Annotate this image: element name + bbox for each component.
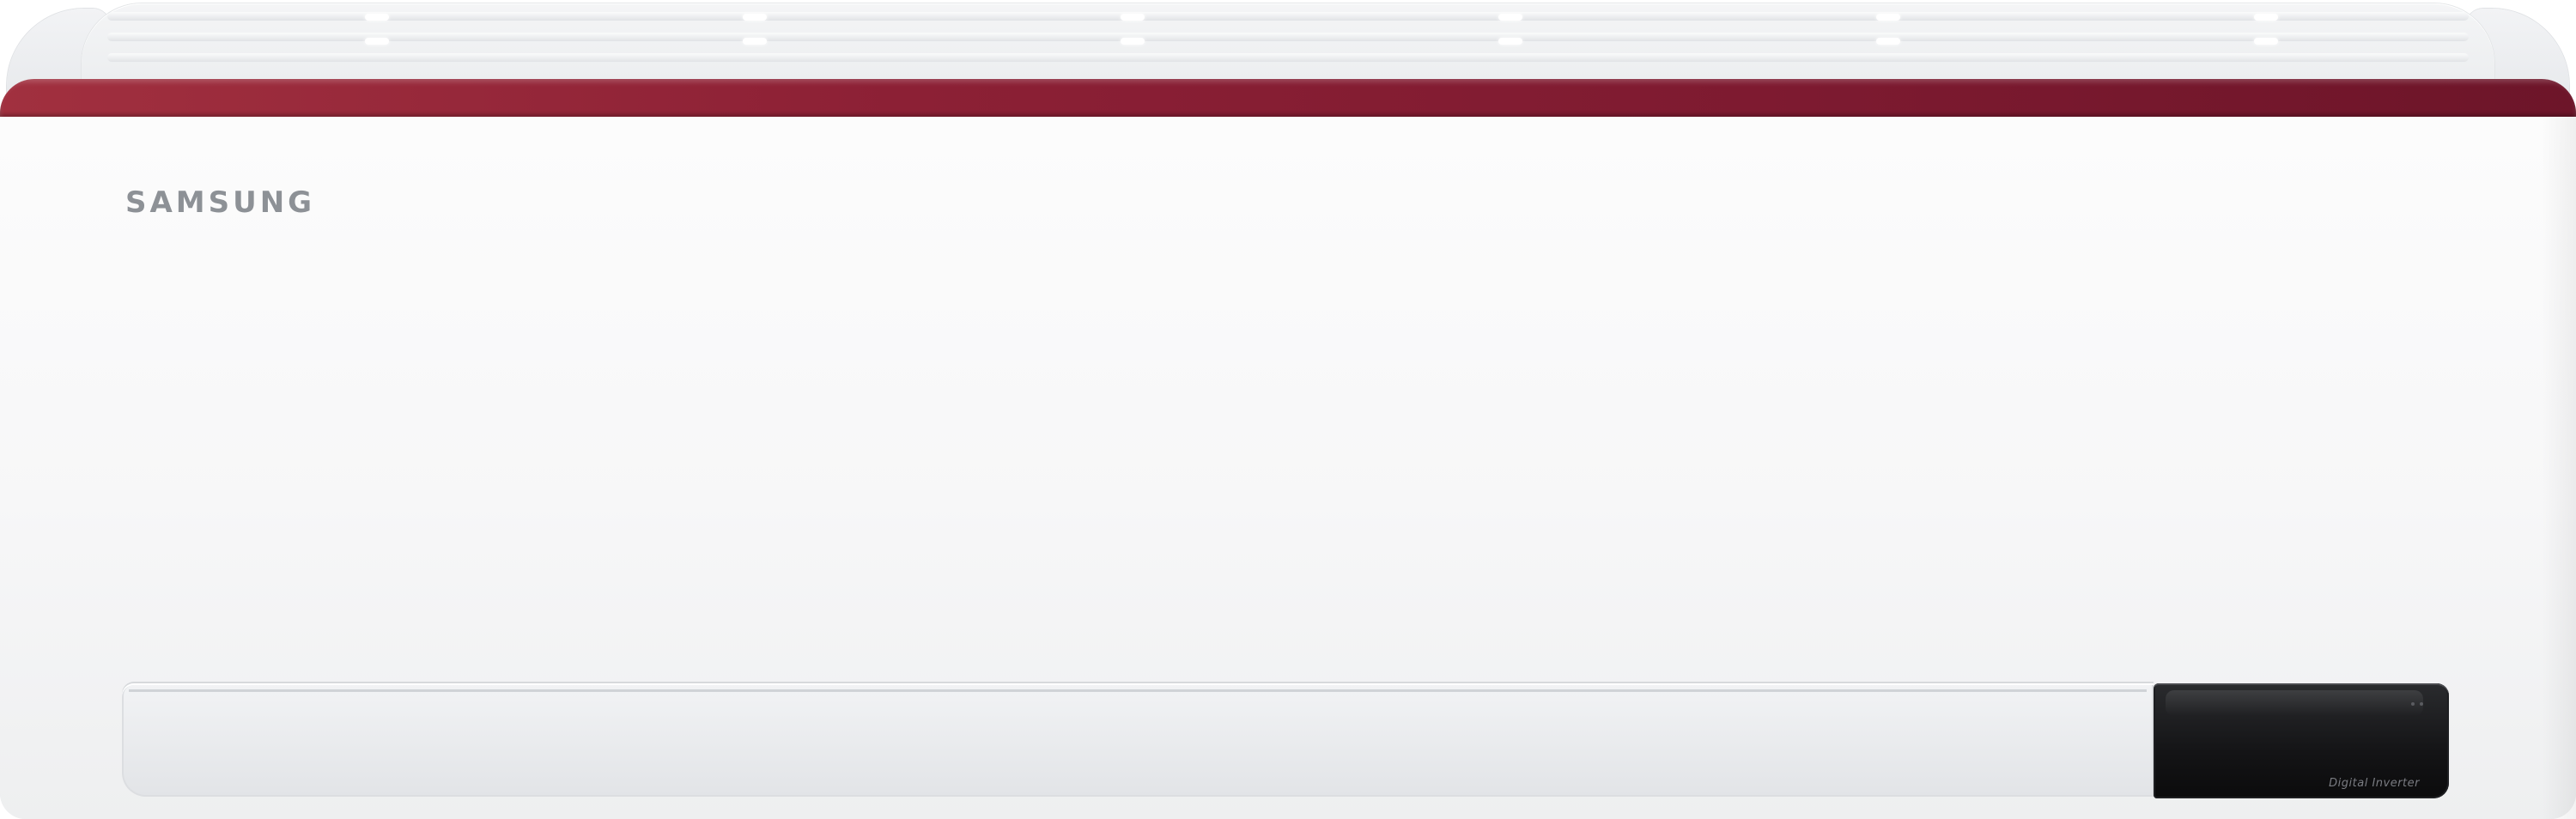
grille-slat bbox=[107, 53, 2469, 62]
inverter-label: Digital Inverter bbox=[2329, 777, 2420, 790]
grille-highlight bbox=[365, 38, 389, 45]
grille-slat bbox=[107, 33, 2469, 41]
grille-highlight bbox=[1121, 38, 1145, 45]
grille-highlight bbox=[1876, 14, 1900, 21]
grille-highlight bbox=[2254, 14, 2278, 21]
display-panel: Digital Inverter bbox=[2154, 683, 2449, 798]
grille-highlight bbox=[1498, 14, 1522, 21]
air-conditioner-scene: SAMSUNG Digital Inverter bbox=[0, 0, 2576, 819]
grille-highlight bbox=[743, 14, 767, 21]
brand-logo: SAMSUNG bbox=[125, 185, 316, 220]
louver-seam bbox=[129, 689, 2147, 692]
grille-highlight bbox=[1498, 38, 1522, 45]
indicator-lights bbox=[2411, 702, 2423, 706]
display-glare bbox=[2166, 690, 2423, 716]
grille-highlight bbox=[1876, 38, 1900, 45]
indicator-dot bbox=[2420, 702, 2423, 706]
right-edge-shading bbox=[2542, 117, 2576, 819]
grille-highlight bbox=[1121, 14, 1145, 21]
grille-highlight bbox=[2254, 38, 2278, 45]
top-air-intake-grille bbox=[82, 3, 2494, 81]
air-outlet-louver bbox=[122, 683, 2154, 797]
indicator-dot bbox=[2411, 702, 2415, 706]
burgundy-accent-band bbox=[0, 79, 2576, 117]
grille-highlight bbox=[743, 38, 767, 45]
grille-slat bbox=[107, 12, 2469, 21]
grille-highlight bbox=[365, 14, 389, 21]
